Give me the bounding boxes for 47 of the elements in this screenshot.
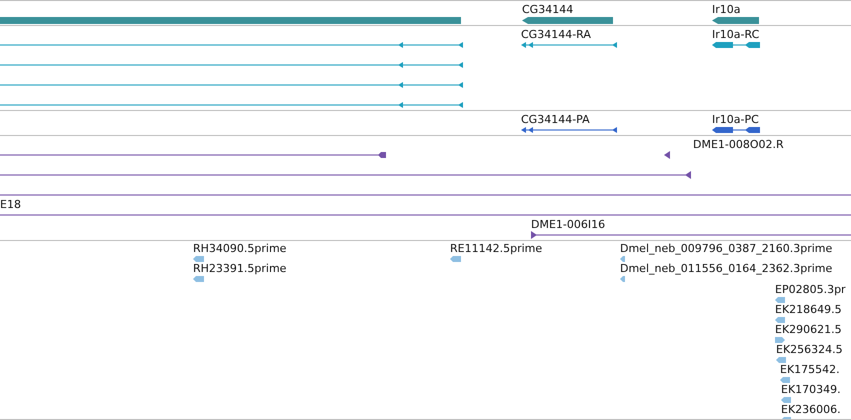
transcript-glyph[interactable] [712, 40, 760, 50]
est-glyph[interactable] [781, 395, 791, 405]
feature-label: Dmel_neb_009796_0387_2160.3prime [620, 242, 832, 255]
feature-label: Ir10a-PC [712, 113, 759, 126]
protein-glyph[interactable] [521, 125, 617, 135]
feature-label: RH23391.5prime [193, 262, 286, 275]
feature-label: EK256324.5 [776, 343, 843, 356]
feature-label: CG34144-RA [521, 28, 591, 41]
feature-label: DME1-006I16 [531, 218, 606, 231]
feature-label: Ir10a [712, 3, 741, 16]
feature-label: EK175542. [780, 363, 840, 376]
feature-label: CG34144 [522, 3, 574, 16]
est-glyph[interactable] [193, 274, 204, 284]
est-glyph[interactable] [776, 355, 786, 365]
transcript-glyph[interactable] [0, 80, 463, 90]
transcript-glyph[interactable] [0, 60, 463, 70]
est-glyph[interactable] [620, 274, 625, 284]
feature-label: EP02805.3pr [775, 283, 846, 296]
feature-label: EK170349. [781, 383, 841, 396]
transcript-glyph[interactable] [0, 40, 463, 50]
feature-label: EK236006. [781, 403, 841, 416]
transcript-glyph[interactable] [521, 40, 617, 50]
transcript-glyph[interactable] [0, 100, 463, 110]
gene-glyph[interactable] [0, 15, 461, 25]
est-glyph[interactable] [193, 254, 204, 264]
alignment-glyph[interactable] [0, 150, 386, 160]
alignment-glyph[interactable] [0, 170, 691, 180]
feature-label: Ir10a-RC [712, 28, 760, 41]
feature-label: EK290621.5 [775, 323, 842, 336]
gene-glyph[interactable] [522, 15, 613, 25]
alignment-glyph[interactable] [531, 230, 851, 240]
feature-label: E18 [0, 198, 21, 211]
gene-glyph[interactable] [712, 15, 759, 25]
est-glyph[interactable] [775, 315, 785, 325]
est-glyph[interactable] [775, 295, 785, 305]
est-glyph[interactable] [450, 254, 461, 264]
est-glyph[interactable] [775, 335, 785, 345]
alignment-glyph[interactable] [664, 150, 670, 160]
feature-label: RE11142.5prime [450, 242, 542, 255]
feature-label: RH34090.5prime [193, 242, 286, 255]
est-glyph[interactable] [620, 254, 625, 264]
est-glyph[interactable] [780, 375, 790, 385]
feature-label: Dmel_neb_011556_0164_2362.3prime [620, 262, 832, 275]
protein-glyph[interactable] [712, 125, 760, 135]
feature-label: DME1-008O02.R [693, 138, 784, 151]
feature-label: CG34144-PA [521, 113, 590, 126]
feature-label: EK218649.5 [775, 303, 842, 316]
